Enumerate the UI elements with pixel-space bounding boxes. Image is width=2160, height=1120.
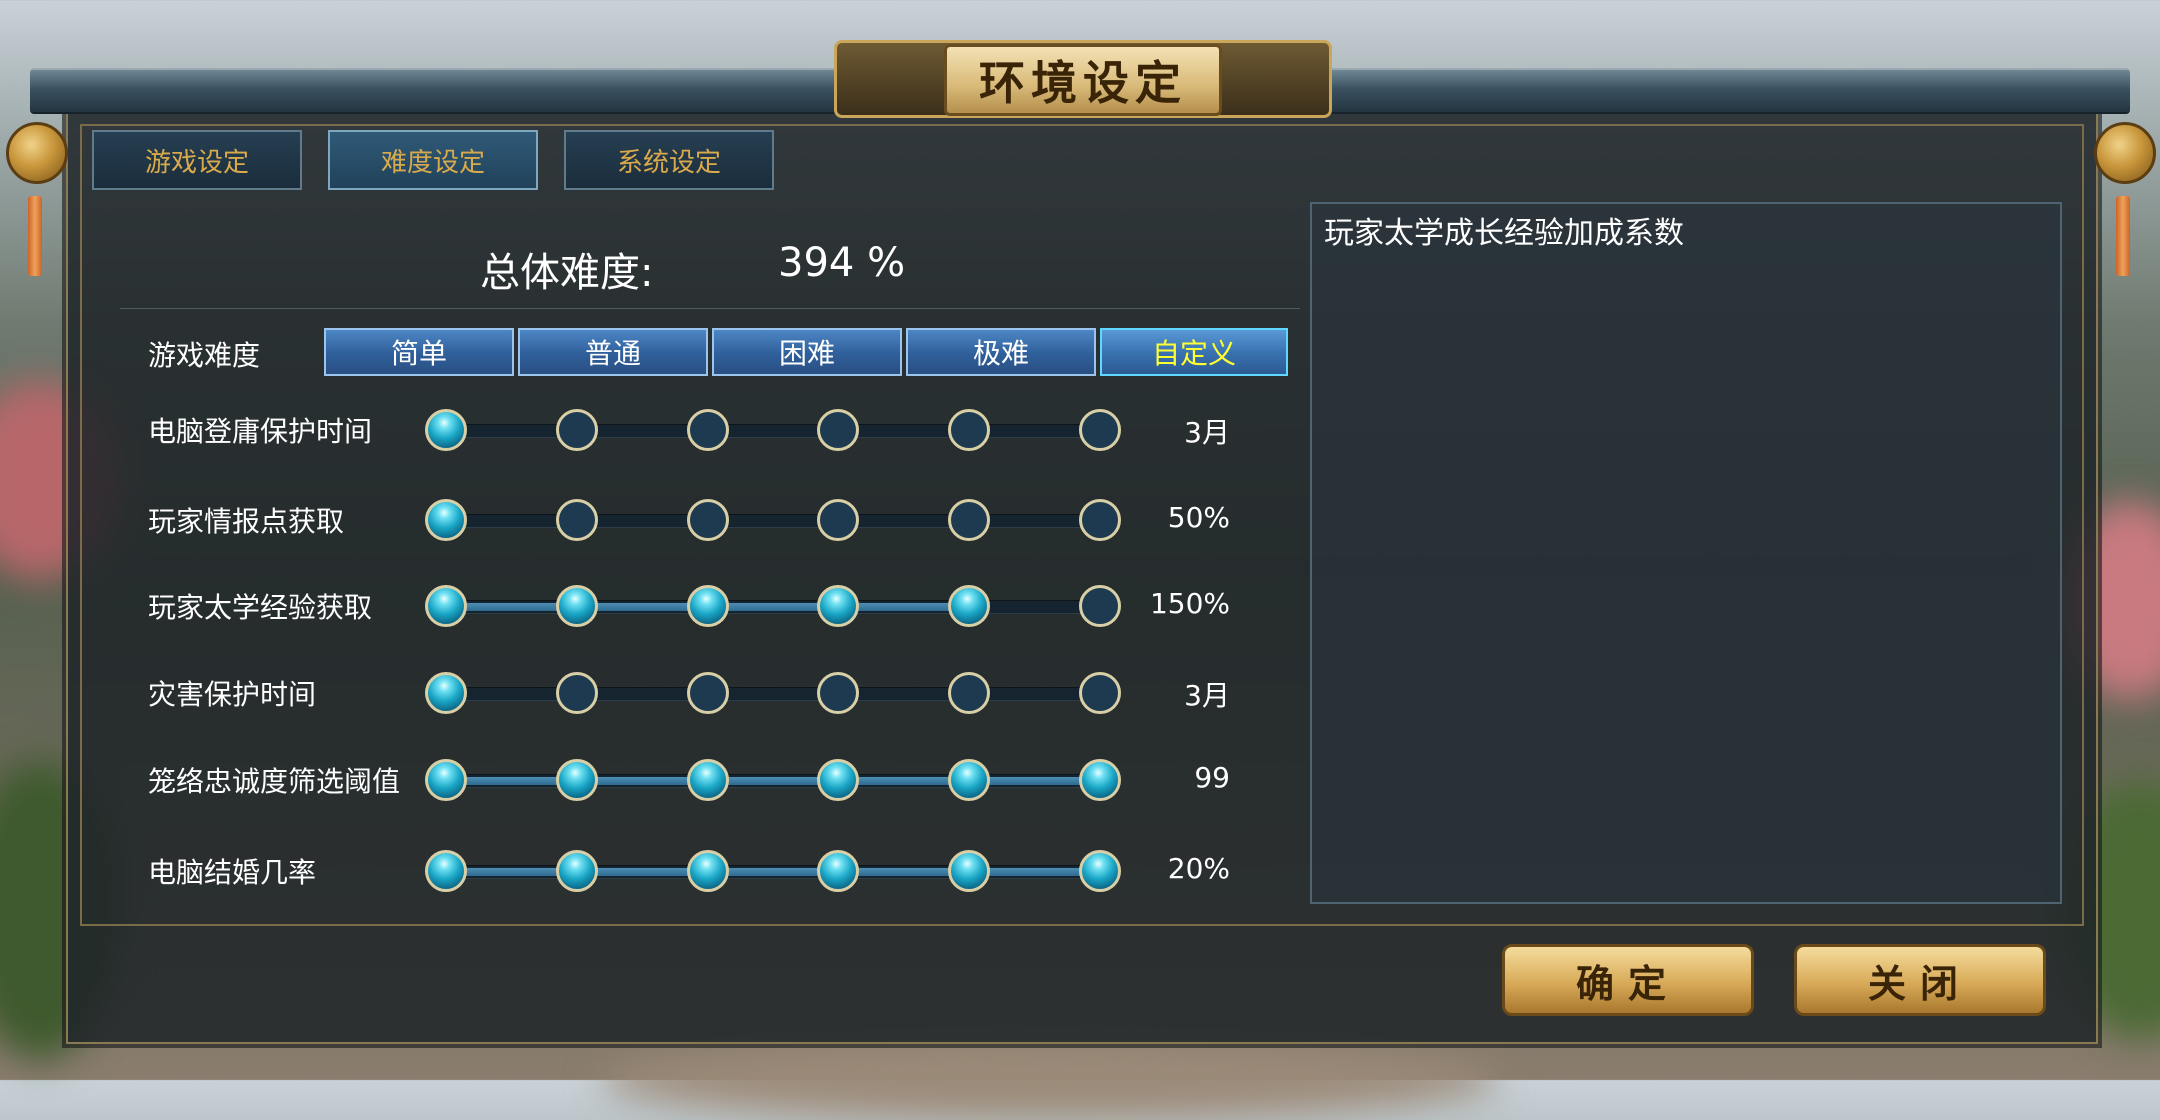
setting-label: 笼络忠诚度筛选阈值 [148, 765, 401, 798]
setting-slider-step-knob[interactable] [555, 759, 598, 801]
difficulty-option-label: 自定义 [1151, 337, 1236, 370]
setting-slider-step-knob[interactable] [948, 585, 991, 627]
setting-slider-step-knob[interactable] [425, 850, 467, 892]
setting-slider-step-knob[interactable] [686, 850, 729, 892]
setting-value: 50% [1167, 501, 1230, 534]
tab-label: 游戏设定 [144, 147, 249, 178]
setting-slider-track[interactable] [446, 424, 1100, 438]
close-button-label: 关闭 [1867, 961, 1972, 1006]
description-panel [1310, 202, 2062, 904]
setting-slider-step-knob[interactable] [425, 759, 467, 801]
setting-value: 3月 [1184, 416, 1230, 449]
setting-label: 灾害保护时间 [148, 678, 317, 711]
difficulty-extreme-button[interactable]: 极难 [906, 328, 1096, 376]
setting-slider-step-knob[interactable] [686, 499, 729, 541]
setting-value: 150% [1149, 587, 1230, 620]
tab-system-settings[interactable]: 系统设定 [564, 130, 774, 190]
setting-slider-step-knob[interactable] [425, 409, 467, 451]
difficulty-custom-button[interactable]: 自定义 [1100, 328, 1288, 376]
setting-slider-step-knob[interactable] [555, 499, 598, 541]
setting-label: 玩家太学经验获取 [148, 591, 373, 624]
setting-slider-step-knob[interactable] [948, 759, 991, 801]
setting-slider-step-knob[interactable] [555, 585, 598, 627]
setting-slider-step-knob[interactable] [686, 672, 729, 714]
total-difficulty-label: 总体难度: [480, 250, 654, 296]
total-difficulty-value: 394 % [778, 240, 906, 286]
left-tassel-icon [28, 196, 42, 276]
setting-slider-track[interactable] [446, 514, 1100, 528]
right-jade-ornament-icon [2094, 122, 2156, 184]
difficulty-hard-button[interactable]: 困难 [712, 328, 902, 376]
confirm-button[interactable]: 确定 [1502, 944, 1754, 1016]
bg-ground [600, 1040, 1500, 1120]
left-jade-ornament-icon [6, 122, 68, 184]
setting-slider-fill [446, 868, 1100, 876]
setting-slider-step-knob[interactable] [555, 850, 598, 892]
window-title: 环境设定 [944, 44, 1222, 116]
difficulty-option-label: 普通 [584, 337, 641, 370]
setting-slider-step-knob[interactable] [555, 409, 598, 451]
divider [120, 308, 1300, 309]
difficulty-option-label: 简单 [390, 337, 447, 370]
setting-slider-track[interactable] [446, 600, 1100, 614]
close-button[interactable]: 关闭 [1794, 944, 2046, 1016]
setting-slider-step-knob[interactable] [948, 850, 991, 892]
tab-label: 系统设定 [616, 147, 721, 178]
difficulty-option-label: 极难 [972, 337, 1029, 370]
setting-slider-step-knob[interactable] [948, 672, 991, 714]
setting-label: 玩家情报点获取 [148, 505, 345, 538]
tab-game-settings[interactable]: 游戏设定 [92, 130, 302, 190]
setting-label: 电脑结婚几率 [148, 856, 317, 889]
setting-slider-fill [446, 777, 1100, 785]
setting-slider-step-knob[interactable] [425, 499, 467, 541]
setting-slider-track[interactable] [446, 774, 1100, 788]
setting-slider-step-knob[interactable] [555, 672, 598, 714]
right-tassel-icon [2116, 196, 2130, 276]
setting-slider-step-knob[interactable] [686, 409, 729, 451]
difficulty-label: 游戏难度 [148, 339, 261, 372]
setting-value: 99 [1194, 761, 1230, 794]
difficulty-option-label: 困难 [778, 337, 835, 370]
setting-slider-step-knob[interactable] [686, 759, 729, 801]
setting-slider-step-knob[interactable] [948, 409, 991, 451]
setting-slider-step-knob[interactable] [686, 585, 729, 627]
setting-slider-step-knob[interactable] [425, 585, 467, 627]
tab-difficulty-settings[interactable]: 难度设定 [328, 130, 538, 190]
setting-slider-step-knob[interactable] [948, 499, 991, 541]
setting-slider-step-knob[interactable] [425, 672, 467, 714]
setting-value: 3月 [1184, 679, 1230, 712]
setting-slider-track[interactable] [446, 687, 1100, 701]
setting-value: 20% [1167, 852, 1230, 885]
setting-slider-track[interactable] [446, 865, 1100, 879]
setting-label: 电脑登庸保护时间 [148, 415, 373, 448]
difficulty-easy-button[interactable]: 简单 [324, 328, 514, 376]
description-text: 玩家太学成长经验加成系数 [1324, 216, 1684, 251]
tab-label: 难度设定 [380, 147, 485, 178]
difficulty-normal-button[interactable]: 普通 [518, 328, 708, 376]
confirm-button-label: 确定 [1575, 961, 1680, 1006]
